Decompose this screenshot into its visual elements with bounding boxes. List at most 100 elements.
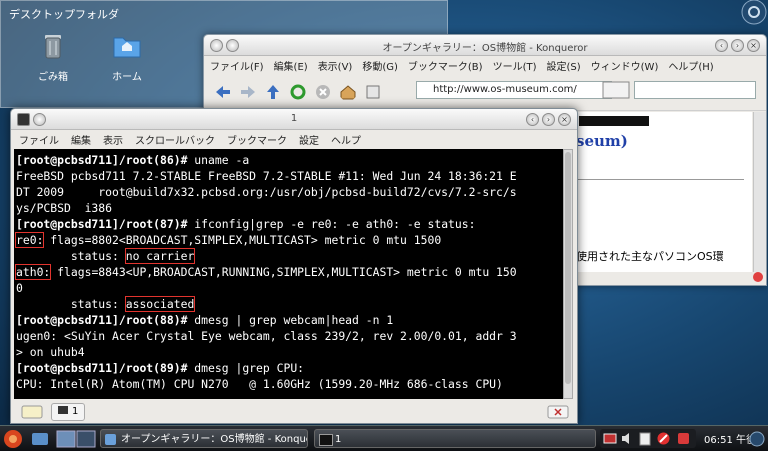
page-divider [576,179,744,180]
url-input[interactable]: http://www.os-museum.com/ [416,81,612,99]
terminal-line: ugen0: <SuYin Acer Crystal Eye webcam, c… [16,329,517,343]
home-icon[interactable] [339,83,357,101]
term-menu-help[interactable]: ヘルプ [331,132,361,147]
show-desktop-icon[interactable] [30,429,50,449]
pager-icon[interactable] [56,429,96,449]
menu-tools[interactable]: ツール(T) [493,58,537,73]
trash-label: ごみ箱 [38,72,68,83]
prompt: [root@pcbsd711]/root(86)# [16,153,188,167]
trash-desktop-icon[interactable]: ごみ箱 [23,29,83,83]
command: dmesg | grep webcam|head -n 1 [187,313,394,327]
forward-arrow-icon[interactable] [239,83,257,101]
panel-toolbox-icon[interactable] [748,430,766,448]
menu-settings[interactable]: 設定(S) [547,58,581,73]
konqueror-close-tab-icon[interactable] [752,271,764,283]
terminal-line: FreeBSD pcbsd711 7.2-STABLE FreeBSD 7.2-… [16,169,517,183]
clipboard-icon[interactable] [638,431,652,446]
terminal-tabbar: 1 [11,401,577,423]
terminal-line: [root@pcbsd711]/root(87)# ifconfig|grep … [16,216,563,232]
line-rest: flags=8843<UP,BROADCAST,RUNNING,SIMPLEX,… [50,265,517,279]
term-menu-edit[interactable]: 編集 [71,132,91,147]
go-button-icon[interactable] [602,81,630,99]
terminal-tab[interactable]: 1 [51,403,86,421]
menu-help[interactable]: ヘルプ(H) [668,58,713,73]
reload-icon[interactable] [289,83,307,101]
back-arrow-icon[interactable] [214,83,232,101]
terminal-close-icon[interactable]: × [558,113,571,126]
term-menu-settings[interactable]: 設定 [299,132,319,147]
terminal-menubar: ファイル 編集 表示 スクロールバック ブックマーク 設定 ヘルプ [11,130,577,148]
terminal-line: ys/PCBSD i386 [16,201,113,215]
highlight-re0: re0: [14,232,45,248]
close-tab-icon[interactable] [547,405,569,419]
highlight-no-carrier: no carrier [124,248,196,264]
task-konqueror[interactable]: オープンギャラリー：OS博物館 - Konqueror [100,429,308,448]
konqueror-title: オープンギャラリー：OS博物館 - Konqueror [382,43,588,54]
task-terminal[interactable]: 1 [314,429,596,448]
terminal-line: DT 2009 root@build7x32.pcbsd.org:/usr/ob… [16,185,517,199]
term-menu-scrollback[interactable]: スクロールバック [135,132,215,147]
terminal-line: re0: flags=8802<BROADCAST,SIMPLEX,MULTIC… [14,232,563,248]
prompt: [root@pcbsd711]/root(88)# [16,313,188,327]
terminal-tab-icon [58,406,68,414]
status-prefix: status: [16,249,126,263]
menu-window[interactable]: ウィンドウ(W) [591,58,659,73]
terminal-line: > on uhub4 [16,345,85,359]
command: ifconfig|grep -e re0: -e ath0: -e status… [187,217,476,231]
terminal-line: status: no carrier [16,248,563,264]
bookmark-icon[interactable] [364,83,382,101]
menu-file[interactable]: ファイル(F) [210,58,264,73]
folderview-title: デスクトップフォルダ [9,8,119,21]
terminal-titlebar[interactable]: 1 ‹ › × [11,109,577,130]
menu-bookmarks[interactable]: ブックマーク(B) [408,58,483,73]
start-menu-icon[interactable] [2,427,24,449]
search-input[interactable] [634,81,756,99]
term-menu-view[interactable]: 表示 [103,132,123,147]
minimize-icon[interactable]: ‹ [715,39,728,52]
up-arrow-icon[interactable] [264,83,282,101]
taskbar: オープンギャラリー：OS博物館 - Konqueror 1 06:51 午後 [0,425,768,451]
terminal-line: status: associated [16,296,563,312]
page-text-fragment: 使用された主なパソコンOS環 [576,250,724,263]
home-desktop-icon[interactable]: ホーム [97,29,157,83]
menu-edit[interactable]: 編集(E) [274,58,308,73]
scrollbar-thumb[interactable] [565,152,571,384]
page-heading-fragment: seum) [576,132,628,150]
terminal-output[interactable]: [root@pcbsd711]/root(86)# uname -a FreeBS… [14,149,563,399]
updater-icon[interactable] [676,431,691,446]
terminal-task-icon [319,434,333,446]
tab-label: 1 [72,406,79,417]
terminal-line: [root@pcbsd711]/root(89)# dmesg |grep CP… [16,360,563,376]
konqueror-titlebar[interactable]: オープンギャラリー：OS博物館 - Konqueror ‹ › × [204,35,766,56]
terminal-minimize-icon[interactable]: ‹ [526,113,539,126]
maximize-icon[interactable]: › [731,39,744,52]
terminal-line: 0 [16,281,23,295]
network-disconnected-icon[interactable] [656,431,671,446]
term-menu-file[interactable]: ファイル [19,132,59,147]
film-strip-image [579,116,649,126]
menu-view[interactable]: 表示(V) [318,58,353,73]
terminal-line: [root@pcbsd711]/root(86)# uname -a [16,152,563,168]
term-menu-bookmarks[interactable]: ブックマーク [227,132,287,147]
terminal-title: 1 [290,113,298,124]
konqueror-scrollbar[interactable] [753,112,766,272]
prompt: [root@pcbsd711]/root(87)# [16,217,188,231]
corner-widget-icon[interactable] [730,0,768,34]
highlight-ath0: ath0: [14,264,52,280]
battery-icon[interactable] [603,432,617,445]
konqueror-task-icon [105,434,116,445]
close-icon[interactable]: × [747,39,760,52]
konqueror-menubar: ファイル(F) 編集(E) 表示(V) 移動(G) ブックマーク(B) ツール(… [204,56,766,74]
stop-icon[interactable] [314,83,332,101]
menu-go[interactable]: 移動(G) [362,58,398,73]
volume-icon[interactable] [620,431,634,446]
terminal-line: CPU: Intel(R) Atom(TM) CPU N270 @ 1.60GH… [16,377,503,391]
terminal-window: 1 ‹ › × ファイル 編集 表示 スクロールバック ブックマーク 設定 ヘル… [10,108,578,424]
status-prefix: status: [16,297,126,311]
trash-icon [45,35,61,59]
terminal-line: [root@pcbsd711]/root(88)# dmesg | grep w… [16,312,563,328]
terminal-maximize-icon[interactable]: › [542,113,555,126]
task-terminal-label: 1 [335,434,342,445]
terminal-scrollbar[interactable] [563,149,573,399]
new-tab-icon[interactable] [21,404,43,420]
